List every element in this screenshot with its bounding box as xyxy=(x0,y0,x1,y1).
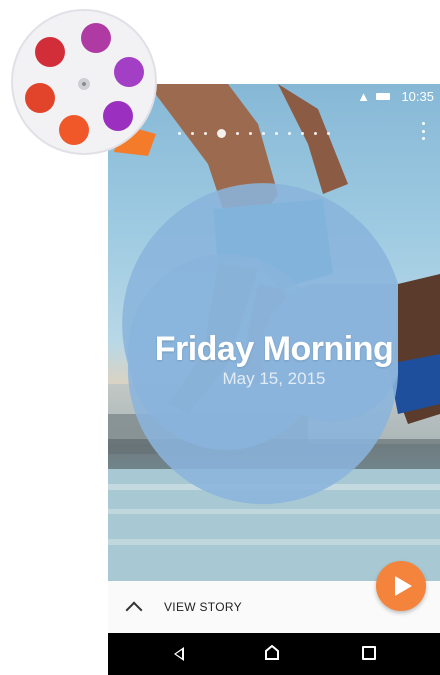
page-dot[interactable] xyxy=(236,131,239,135)
page-dot[interactable] xyxy=(314,131,317,135)
battery-icon xyxy=(376,93,390,100)
page-dot[interactable] xyxy=(301,131,304,135)
page-dot[interactable] xyxy=(288,131,291,135)
chevron-up-icon[interactable] xyxy=(125,601,143,619)
play-button[interactable] xyxy=(376,561,426,611)
page-dot[interactable] xyxy=(327,131,330,135)
page-dot[interactable] xyxy=(249,131,252,135)
movie-reel-icon xyxy=(11,9,157,156)
story-title-block: Friday Morning May 15, 2015 xyxy=(108,330,440,390)
back-icon[interactable] xyxy=(174,647,184,661)
page-dot[interactable] xyxy=(204,131,207,135)
home-icon[interactable] xyxy=(265,645,279,660)
view-story-button[interactable]: VIEW STORY xyxy=(164,600,242,614)
page-indicator[interactable] xyxy=(178,128,330,138)
page-dot[interactable] xyxy=(262,131,265,135)
page-dot-active[interactable] xyxy=(217,128,226,138)
signal-icon: ▲ xyxy=(357,89,370,104)
recent-apps-icon[interactable] xyxy=(362,646,376,660)
story-title: Friday Morning xyxy=(154,330,394,368)
page-dot[interactable] xyxy=(191,131,194,135)
more-vert-icon[interactable] xyxy=(420,122,426,140)
page-dot[interactable] xyxy=(275,131,278,135)
phone-screen: ▲ 10:35 Friday Morning May 15, 2015 VIEW… xyxy=(108,84,440,675)
page-dot[interactable] xyxy=(178,131,181,135)
story-date: May 15, 2015 xyxy=(222,369,326,388)
status-time: 10:35 xyxy=(401,89,434,104)
navigation-bar xyxy=(108,633,440,675)
story-cover-photo[interactable]: ▲ 10:35 Friday Morning May 15, 2015 xyxy=(108,84,440,581)
